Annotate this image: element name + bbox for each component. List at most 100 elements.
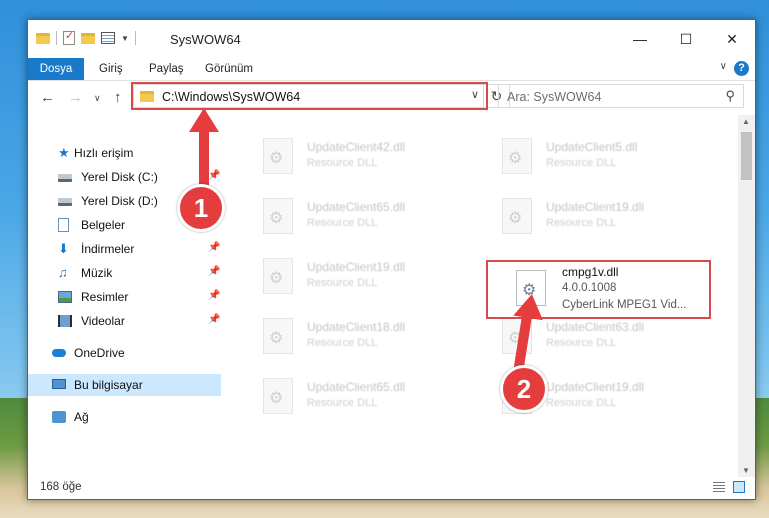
window-title: SysWOW64 — [170, 32, 241, 47]
scrollbar-thumb[interactable] — [741, 132, 752, 180]
file-name: UpdateClient18.dll — [307, 320, 406, 334]
file-list: UpdateClient42.dll Resource DLL UpdateCl… — [221, 115, 740, 477]
pin-icon[interactable]: 📌 — [208, 242, 220, 253]
dll-file-icon — [263, 318, 293, 354]
tab-home[interactable]: Giriş — [99, 58, 123, 80]
callout-arrowhead-1 — [189, 108, 219, 132]
file-name: UpdateClient65.dll — [307, 200, 406, 214]
details-view-icon[interactable] — [713, 482, 725, 493]
scroll-up-icon[interactable]: ▲ — [742, 117, 750, 126]
file-item[interactable]: UpdateClient18.dll Resource DLL — [231, 310, 431, 360]
sidebar-item-this-pc[interactable]: Bu bilgisayar — [28, 374, 221, 396]
file-item[interactable]: UpdateClient19.dll Resource DLL — [231, 250, 431, 300]
pin-icon[interactable]: 📌 — [208, 290, 220, 301]
sidebar-item-label: Bu bilgisayar — [74, 378, 143, 392]
dll-file-icon — [263, 258, 293, 294]
file-name: UpdateClient19.dll — [546, 200, 645, 214]
maximize-button[interactable]: ☐ — [663, 20, 709, 58]
close-button[interactable]: ✕ — [709, 20, 755, 58]
tab-share[interactable]: Paylaş — [149, 58, 184, 80]
file-type: Resource DLL — [546, 337, 617, 349]
pin-icon[interactable]: 📌 — [208, 170, 220, 181]
sidebar-item-music[interactable]: ♫ Müzik 📌 — [28, 262, 221, 284]
search-box[interactable]: Ara: SysWOW64 ⚲ — [498, 84, 744, 108]
callout-badge-2: 2 — [500, 365, 548, 413]
file-type: Resource DLL — [546, 397, 617, 409]
properties-check-icon[interactable] — [63, 29, 75, 45]
network-icon — [52, 411, 66, 423]
videos-icon — [58, 315, 72, 327]
file-name: UpdateClient5.dll — [546, 140, 638, 154]
sidebar-item-onedrive[interactable]: OneDrive — [28, 342, 221, 364]
file-explorer-window: ▼ SysWOW64 — ☐ ✕ Dosya Giriş Paylaş Görü… — [27, 19, 756, 500]
sidebar-item-label: OneDrive — [74, 346, 125, 360]
onedrive-icon — [52, 349, 66, 357]
sidebar-item-downloads[interactable]: ⬇ İndirmeler 📌 — [28, 238, 221, 260]
sidebar-item-label: Hızlı erişim — [74, 146, 134, 160]
up-button[interactable]: ↑ — [114, 89, 122, 106]
search-icon[interactable]: ⚲ — [725, 88, 735, 104]
disk-icon — [58, 198, 72, 206]
chevron-down-icon[interactable]: ▼ — [121, 34, 129, 43]
vertical-scrollbar[interactable]: ▲ ▼ — [738, 115, 755, 477]
sidebar-item-label: Ağ — [74, 410, 89, 424]
file-type: Resource DLL — [307, 337, 378, 349]
help-icon[interactable]: ? — [734, 61, 749, 76]
address-highlight-box — [131, 82, 488, 110]
music-icon: ♫ — [58, 265, 68, 280]
file-type: Resource DLL — [307, 397, 378, 409]
pin-icon[interactable]: 📌 — [208, 314, 220, 325]
callout-arrow-1 — [199, 128, 209, 190]
file-item[interactable]: UpdateClient65.dll Resource DLL — [231, 190, 431, 240]
scroll-down-icon[interactable]: ▼ — [742, 466, 750, 475]
tab-view[interactable]: Görünüm — [205, 58, 253, 80]
properties-icon[interactable] — [101, 32, 115, 44]
file-type: Resource DLL — [307, 157, 378, 169]
sidebar-item-quick-access[interactable]: ★ Hızlı erişim — [28, 142, 221, 164]
star-icon: ★ — [58, 145, 70, 160]
file-item[interactable]: UpdateClient42.dll Resource DLL — [231, 130, 431, 180]
title-bar: ▼ SysWOW64 — ☐ ✕ — [28, 20, 755, 58]
pin-icon[interactable]: 📌 — [208, 266, 220, 277]
sidebar-item-label: Yerel Disk (C:) — [81, 170, 158, 184]
search-input[interactable]: Ara: SysWOW64 — [507, 90, 601, 104]
file-item[interactable]: UpdateClient65.dll Resource DLL — [231, 370, 431, 420]
dll-file-icon — [263, 138, 293, 174]
folder-icon — [36, 32, 50, 44]
tab-file[interactable]: Dosya — [28, 58, 84, 80]
sidebar-item-label: Resimler — [81, 290, 129, 304]
file-item[interactable]: UpdateClient5.dll Resource DLL — [470, 130, 670, 180]
dll-file-icon — [263, 198, 293, 234]
minimize-button[interactable]: — — [617, 20, 663, 58]
file-name: UpdateClient19.dll — [546, 380, 645, 394]
file-name: UpdateClient42.dll — [307, 140, 406, 154]
sidebar-item-pictures[interactable]: Resimler 📌 — [28, 286, 221, 308]
quick-access-toolbar: ▼ — [36, 29, 136, 45]
navigation-bar: ← → ∨ ↑ C:\Windows\SysWOW64 ∨ ↻ Ara: Sys… — [28, 81, 755, 115]
file-type: Resource DLL — [546, 157, 617, 169]
toolbar-divider — [56, 31, 57, 45]
file-item[interactable]: UpdateClient19.dll Resource DLL — [470, 190, 670, 240]
new-folder-icon[interactable] — [81, 32, 95, 44]
ribbon-tabs: Dosya Giriş Paylaş Görünüm ∨ ? — [28, 58, 755, 81]
navigation-pane: ★ Hızlı erişim Yerel Disk (C:) 📌 Yerel D… — [28, 115, 221, 477]
dll-file-icon — [263, 378, 293, 414]
sidebar-item-label: İndirmeler — [81, 242, 135, 256]
chevron-down-icon[interactable]: ∨ — [720, 61, 727, 72]
sidebar-item-network[interactable]: Ağ — [28, 406, 221, 428]
sidebar-item-label: Yerel Disk (D:) — [81, 194, 158, 208]
recent-locations-button[interactable]: ∨ — [94, 93, 101, 104]
file-name: UpdateClient65.dll — [307, 380, 406, 394]
toolbar-divider — [134, 31, 136, 45]
status-bar: 168 öğe — [28, 477, 755, 499]
large-icons-view-icon[interactable] — [733, 481, 745, 493]
forward-button[interactable]: → — [68, 89, 83, 106]
disk-icon — [58, 174, 72, 182]
back-button[interactable]: ← — [40, 89, 55, 106]
sidebar-item-videos[interactable]: Videolar 📌 — [28, 310, 221, 332]
file-type: Resource DLL — [546, 217, 617, 229]
item-count: 168 öğe — [40, 481, 82, 493]
window-controls: — ☐ ✕ — [617, 20, 755, 58]
file-type: Resource DLL — [307, 277, 378, 289]
callout-arrowhead-2 — [513, 291, 547, 321]
